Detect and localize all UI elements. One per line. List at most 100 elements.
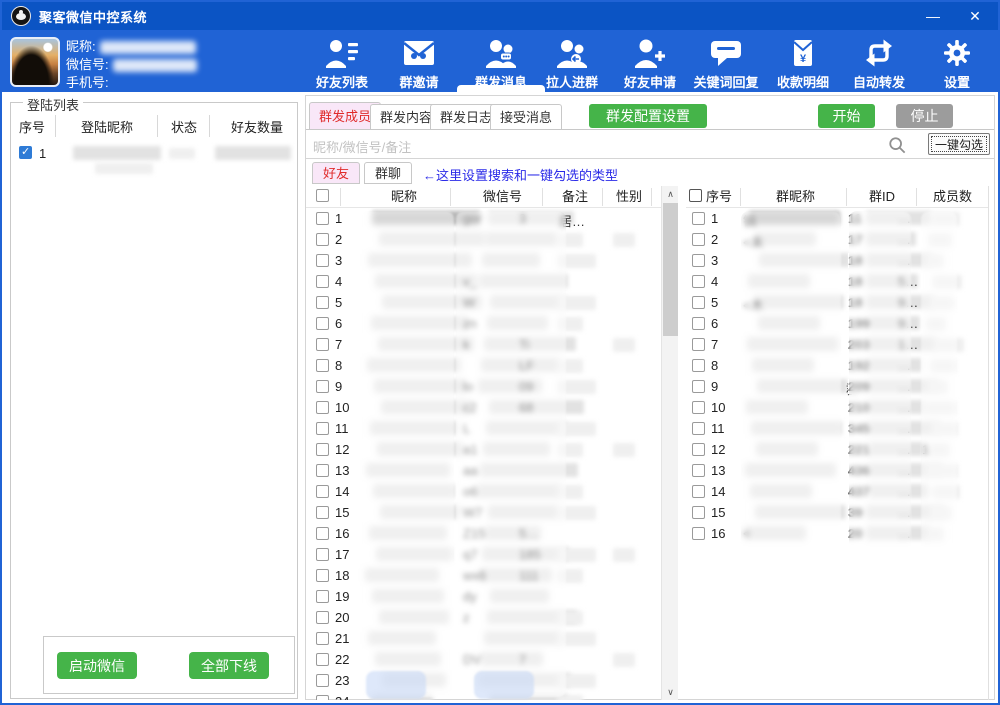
friend-table-row[interactable]: 17q7185 xyxy=(307,544,661,565)
group-table-row[interactable]: 318… xyxy=(686,250,988,271)
friend-table-row[interactable]: 20z xyxy=(307,607,661,628)
group-table-row[interactable]: 9群209… xyxy=(686,376,988,397)
row-checkbox[interactable] xyxy=(316,338,329,351)
friend-table-row[interactable]: 23 xyxy=(307,670,661,691)
broadcast-config-button[interactable]: 群发配置设置 xyxy=(589,104,707,128)
search-icon[interactable] xyxy=(888,136,906,157)
search-input[interactable]: 昵称/微信号/备注 xyxy=(313,137,411,156)
stop-button[interactable]: 停止 xyxy=(896,104,953,128)
tab-receive-messages[interactable]: 接受消息 xyxy=(490,104,562,129)
all-offline-button[interactable]: 全部下线 xyxy=(189,652,269,679)
nav-item-1[interactable]: 好友列表 xyxy=(299,36,385,91)
scrollbar-thumb[interactable] xyxy=(663,203,678,336)
group-table-row[interactable]: 1539… xyxy=(686,502,988,523)
row-checkbox[interactable] xyxy=(316,254,329,267)
row-checkbox[interactable] xyxy=(316,359,329,372)
row-checkbox[interactable] xyxy=(316,506,329,519)
row-checkbox[interactable] xyxy=(692,485,705,498)
row-checkbox[interactable] xyxy=(692,443,705,456)
group-table-row[interactable]: 8192… xyxy=(686,355,988,376)
friend-table-row[interactable]: 18wx6111 xyxy=(307,565,661,586)
type-tab-groups[interactable]: 群聊 xyxy=(364,162,412,184)
row-checkbox[interactable] xyxy=(316,674,329,687)
group-table-row[interactable]: 1锅11… xyxy=(686,208,988,229)
row-checkbox[interactable] xyxy=(692,506,705,519)
group-table-row[interactable]: 13436… xyxy=(686,460,988,481)
row-checkbox[interactable] xyxy=(316,443,329,456)
row-checkbox[interactable] xyxy=(316,590,329,603)
type-tab-friends[interactable]: 好友 xyxy=(312,162,360,184)
nav-item-5[interactable]: 好友申请 xyxy=(607,36,693,91)
friend-table-row[interactable]: 13aa xyxy=(307,460,661,481)
row-checkbox[interactable] xyxy=(692,317,705,330)
friend-table-row[interactable]: 12a1 xyxy=(307,439,661,460)
group-table-row[interactable]: 4185… xyxy=(686,271,988,292)
row-checkbox[interactable] xyxy=(316,653,329,666)
row-checkbox[interactable] xyxy=(692,254,705,267)
group-table-row[interactable]: 12221…1 xyxy=(686,439,988,460)
friend-table-row[interactable]: 3 xyxy=(307,250,661,271)
group-table-row[interactable]: 10210… xyxy=(686,397,988,418)
nav-item-4[interactable]: 拉人进群 xyxy=(529,36,615,91)
row-checkbox[interactable] xyxy=(316,380,329,393)
row-checkbox[interactable] xyxy=(692,422,705,435)
login-row-checkbox[interactable] xyxy=(19,146,32,159)
row-checkbox[interactable] xyxy=(692,380,705,393)
row-checkbox[interactable] xyxy=(316,422,329,435)
friend-table-row[interactable]: 22DV7 xyxy=(307,649,661,670)
friend-table-row[interactable]: 19dy xyxy=(307,586,661,607)
row-checkbox[interactable] xyxy=(692,338,705,351)
friend-table-row[interactable]: 9lo09 xyxy=(307,376,661,397)
type-hint-link[interactable]: ←这里设置搜索和一键勾选的类型 xyxy=(423,165,618,184)
group-table-row[interactable]: 72031… xyxy=(686,334,988,355)
close-button[interactable]: ✕ xyxy=(958,2,992,30)
group-table-row[interactable]: 61999… xyxy=(686,313,988,334)
friend-table-row[interactable]: 14o6 xyxy=(307,481,661,502)
check-all-button[interactable]: 一键勾选 xyxy=(928,133,990,155)
row-checkbox[interactable] xyxy=(316,527,329,540)
friend-table-row[interactable]: 8LF xyxy=(307,355,661,376)
friend-table-row[interactable]: 2 xyxy=(307,229,661,250)
row-checkbox[interactable] xyxy=(316,464,329,477)
friend-table-row[interactable]: 5W xyxy=(307,292,661,313)
row-checkbox[interactable] xyxy=(316,611,329,624)
row-checkbox[interactable] xyxy=(316,401,329,414)
group-table-row[interactable]: 16<20… xyxy=(686,523,988,544)
friend-table-row[interactable]: 7kTi xyxy=(307,334,661,355)
row-checkbox[interactable] xyxy=(692,212,705,225)
friend-table-row[interactable]: 6zn xyxy=(307,313,661,334)
row-checkbox[interactable] xyxy=(692,359,705,372)
group-select-all-checkbox[interactable] xyxy=(689,189,702,202)
nav-item-7[interactable]: ¥收款明细 xyxy=(760,36,846,91)
row-checkbox[interactable] xyxy=(692,275,705,288)
row-checkbox[interactable] xyxy=(316,548,329,561)
nav-item-9[interactable]: 设置 xyxy=(914,36,1000,91)
nav-item-2[interactable]: 群邀请 xyxy=(376,36,462,91)
scroll-down-icon[interactable]: ∨ xyxy=(662,684,679,700)
row-checkbox[interactable] xyxy=(692,527,705,540)
start-wechat-button[interactable]: 启动微信 xyxy=(57,652,137,679)
group-table-row[interactable]: 11345… xyxy=(686,418,988,439)
friend-table-row[interactable]: 11L xyxy=(307,418,661,439)
friend-table-row[interactable]: 16Z155… xyxy=(307,523,661,544)
friend-table-row[interactable]: 24 xyxy=(307,691,661,700)
friend-table-row[interactable]: 21 xyxy=(307,628,661,649)
minimize-button[interactable]: — xyxy=(916,2,950,30)
group-table-row[interactable]: 2<未17… xyxy=(686,229,988,250)
group-table-row[interactable]: 14437… xyxy=(686,481,988,502)
login-row[interactable]: 1 xyxy=(11,143,297,165)
row-checkbox[interactable] xyxy=(316,233,329,246)
group-table-row[interactable]: 5<木189… xyxy=(686,292,988,313)
friend-table-row[interactable]: 10c268 xyxy=(307,397,661,418)
friend-table-row[interactable]: 15W7 xyxy=(307,502,661,523)
start-button[interactable]: 开始 xyxy=(818,104,875,128)
nav-item-8[interactable]: 自动转发 xyxy=(836,36,922,91)
friend-table-row[interactable]: 4v_ xyxy=(307,271,661,292)
row-checkbox[interactable] xyxy=(692,401,705,414)
friend-table-row[interactable]: 1gor3居… xyxy=(307,208,661,229)
row-checkbox[interactable] xyxy=(692,296,705,309)
row-checkbox[interactable] xyxy=(316,569,329,582)
scroll-up-icon[interactable]: ∧ xyxy=(662,186,679,202)
row-checkbox[interactable] xyxy=(316,695,329,700)
row-checkbox[interactable] xyxy=(316,485,329,498)
